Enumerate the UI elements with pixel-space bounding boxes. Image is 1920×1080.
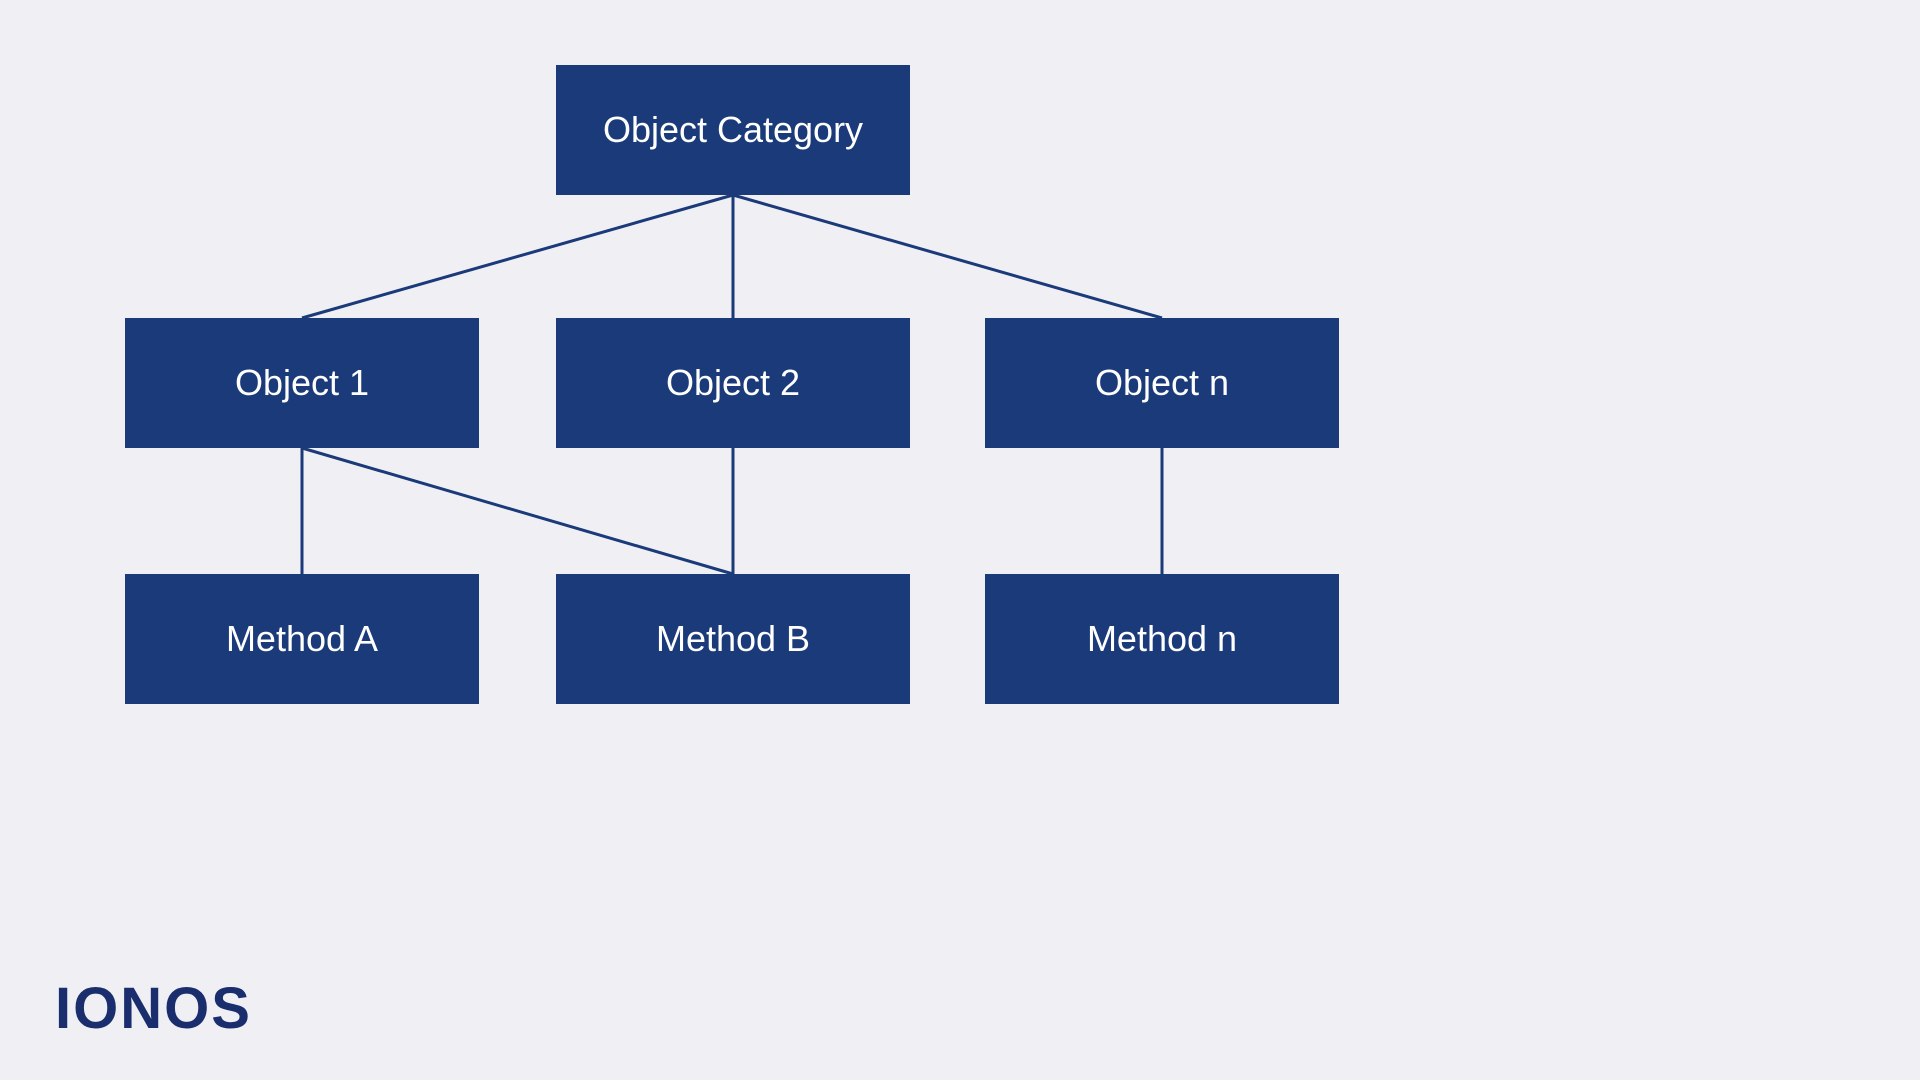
logo-container: IONOS bbox=[55, 975, 252, 1042]
node-method-n-label: Method n bbox=[1087, 618, 1237, 660]
node-object-1: Object 1 bbox=[125, 318, 479, 448]
node-object-2-label: Object 2 bbox=[666, 362, 800, 404]
node-object-category-label: Object Category bbox=[603, 109, 863, 151]
node-object-category: Object Category bbox=[556, 65, 910, 195]
node-method-b-label: Method B bbox=[656, 618, 810, 660]
node-method-a-label: Method A bbox=[226, 618, 378, 660]
node-object-1-label: Object 1 bbox=[235, 362, 369, 404]
node-method-b: Method B bbox=[556, 574, 910, 704]
node-method-a: Method A bbox=[125, 574, 479, 704]
node-method-n: Method n bbox=[985, 574, 1339, 704]
node-object-n: Object n bbox=[985, 318, 1339, 448]
ionos-logo: IONOS bbox=[55, 976, 252, 1041]
connector-lines bbox=[0, 0, 1920, 900]
node-object-n-label: Object n bbox=[1095, 362, 1229, 404]
node-object-2: Object 2 bbox=[556, 318, 910, 448]
diagram-container: Object Category Object 1 Object 2 Object… bbox=[0, 0, 1920, 900]
